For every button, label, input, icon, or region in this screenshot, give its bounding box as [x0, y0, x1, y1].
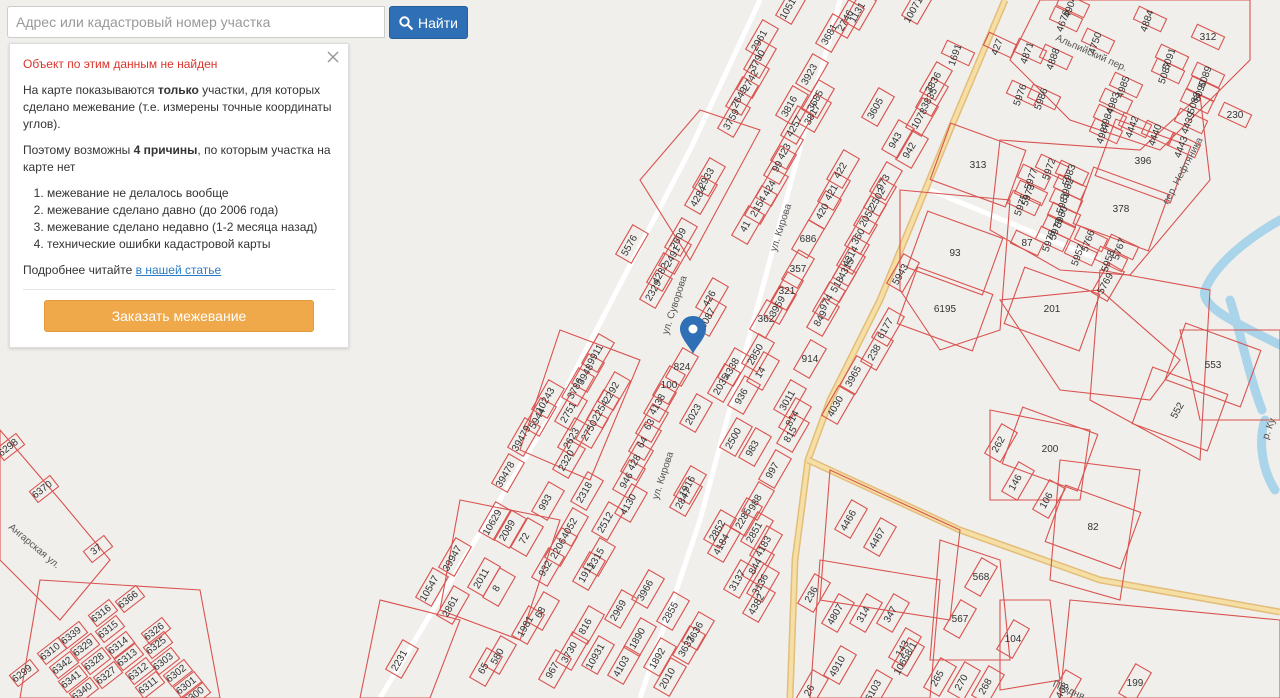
search-button-label: Найти	[418, 14, 458, 31]
parcel-number-label: 553	[1205, 360, 1222, 371]
parcel-number-label: 6195	[934, 304, 957, 315]
parcel-number-label: 362	[758, 314, 775, 325]
article-link[interactable]: в нашей статье	[136, 263, 222, 277]
parcel-number-label: 201	[1044, 304, 1061, 315]
search-icon	[399, 15, 413, 30]
parcel-number-label: 312	[1200, 32, 1217, 43]
parcel-number-label: 567	[952, 614, 969, 625]
parcel-number-label: 100	[661, 380, 678, 391]
parcel-number-label: 568	[973, 572, 990, 583]
parcel-number-label: 104	[1005, 634, 1022, 645]
search-bar: Найти	[7, 6, 468, 39]
more-info: Подробнее читайте в нашей статье	[23, 263, 222, 277]
parcel-number-label: 82	[1087, 522, 1099, 533]
parcel-number-label: 230	[1227, 110, 1244, 121]
parcel-number-label: 396	[1135, 156, 1152, 167]
parcel-number-label: 378	[1113, 204, 1130, 215]
order-survey-button[interactable]: Заказать межевание	[44, 300, 314, 332]
parcel-number-label: 313	[970, 160, 987, 171]
search-button[interactable]: Найти	[389, 6, 468, 39]
reasons-intro: Поэтому возможны 4 причины, по которым у…	[23, 143, 331, 174]
parcel-number-label: 321	[779, 286, 796, 297]
search-input[interactable]	[7, 6, 385, 38]
list-item: межевание сделано недавно (1-2 месяца на…	[47, 219, 335, 236]
close-icon[interactable]	[326, 50, 340, 64]
reasons-list: межевание не делалось вообще межевание с…	[23, 185, 335, 253]
list-item: технические ошибки кадастровой карты	[47, 236, 335, 253]
parcel-number-label: 93	[949, 248, 961, 259]
list-item: межевание сделано давно (до 2006 года)	[47, 202, 335, 219]
divider	[23, 289, 335, 290]
parcel-number-label: 87	[1021, 238, 1033, 249]
list-item: межевание не делалось вообще	[47, 185, 335, 202]
parcel-number-label: 686	[800, 234, 817, 245]
not-found-panel: Объект по этим данным не найден На карте…	[9, 43, 349, 348]
not-found-title: Объект по этим данным не найден	[23, 57, 218, 71]
parcel-number-label: 824	[674, 362, 691, 373]
parcel-number-label: 199	[1127, 678, 1144, 689]
parcel-number-label: 200	[1042, 444, 1059, 455]
info-paragraph: На карте показываются только участки, дл…	[23, 83, 332, 131]
parcel-number-label: 914	[802, 354, 819, 365]
parcel-number-label: 357	[790, 264, 807, 275]
